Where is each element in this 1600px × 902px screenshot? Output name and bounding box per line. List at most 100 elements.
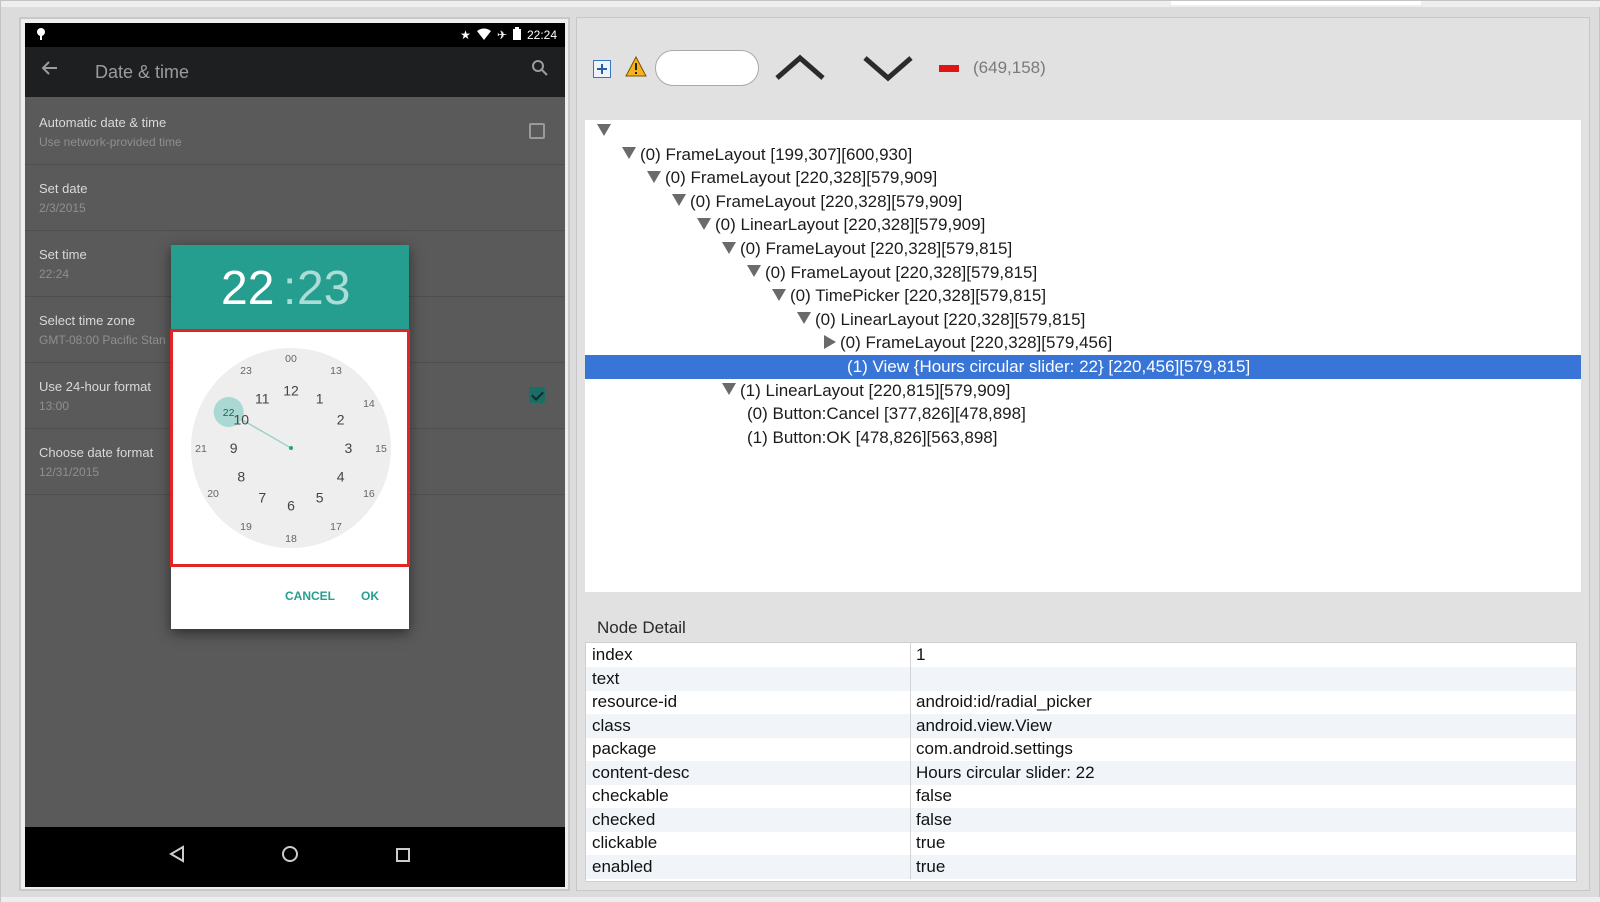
pref-title: Automatic date & time <box>39 115 167 130</box>
detail-row[interactable]: package com.android.settings <box>586 737 1576 761</box>
tree-node[interactable]: (0) FrameLayout [199,307][600,930] <box>585 143 1581 167</box>
pref-automatic-date-time[interactable]: Automatic date & time Use network-provid… <box>25 99 565 165</box>
tree-node[interactable]: (0) FrameLayout [220,328][579,909] <box>585 166 1581 190</box>
clock-hour-number[interactable]: 19 <box>240 521 252 533</box>
detail-row[interactable]: text <box>586 666 1576 691</box>
hierarchy-tree[interactable]: (0) FrameLayout [199,307][600,930] (0) Fr… <box>585 120 1581 592</box>
detail-row[interactable]: checkable false <box>586 784 1576 808</box>
clock-hour-number[interactable]: 2 <box>337 411 345 427</box>
clock-hour-number[interactable]: 8 <box>237 469 245 485</box>
expanded-triangle-icon[interactable] <box>622 147 636 160</box>
clock-hour-number[interactable]: 16 <box>363 488 375 500</box>
tree-node[interactable]: (0) LinearLayout [220,328][579,909] <box>585 213 1581 237</box>
24-hour-checkbox[interactable] <box>529 387 545 403</box>
automatic-date-checkbox[interactable] <box>529 123 545 139</box>
tree-node[interactable]: (0) FrameLayout [220,328][579,815] <box>585 237 1581 261</box>
collapsed-triangle-icon[interactable] <box>824 334 836 349</box>
column-divider <box>910 690 911 714</box>
expanded-triangle-icon[interactable] <box>647 170 661 183</box>
detail-row[interactable]: index 1 <box>586 643 1576 667</box>
clock-hour-number[interactable]: 11 <box>255 390 270 406</box>
uiautomator-window: ★ ✈ 22:24 Date & time Automatic date & t… <box>0 0 1600 902</box>
clock-hour-number[interactable]: 18 <box>285 533 297 545</box>
clock-hour-number[interactable]: 5 <box>316 490 324 506</box>
clock-hour-number[interactable]: 14 <box>363 398 375 410</box>
detail-key: enabled <box>592 856 653 876</box>
detail-value: android.view.View <box>916 715 1052 735</box>
expanded-triangle-icon[interactable] <box>722 383 736 396</box>
clock-hour-number[interactable]: 21 <box>195 443 207 455</box>
back-arrow-icon[interactable] <box>41 57 59 83</box>
hours-display[interactable]: 22 <box>221 261 274 316</box>
tree-node[interactable]: (0) TimePicker [220,328][579,815] <box>585 284 1581 308</box>
chevron-down-icon[interactable] <box>861 54 915 82</box>
detail-key: text <box>592 668 620 688</box>
minutes-display[interactable]: 23 <box>297 261 350 316</box>
clock-hour-number[interactable]: 12 <box>283 383 299 399</box>
clock-hour-number[interactable]: 23 <box>240 365 252 377</box>
tree-node-label: (0) FrameLayout [199,307][600,930] <box>640 144 913 164</box>
clock-hour-number[interactable]: 1 <box>316 390 324 406</box>
clock-hour-number[interactable]: 9 <box>230 440 238 456</box>
tree-node[interactable]: (1) Button:OK [478,826][563,898] <box>585 426 1581 450</box>
expanded-triangle-icon[interactable] <box>797 312 811 325</box>
detail-key: clickable <box>592 833 658 852</box>
clock-hour-number[interactable]: 15 <box>375 443 387 455</box>
nav-back-icon[interactable] <box>169 843 185 869</box>
detail-row[interactable]: class android.view.View <box>586 713 1576 738</box>
warning-icon[interactable] <box>625 55 647 78</box>
time-separator: : <box>283 262 297 315</box>
detail-value: false <box>916 786 952 805</box>
expanded-triangle-icon[interactable] <box>597 123 611 136</box>
tree-node[interactable]: (0) FrameLayout [220,328][579,456] <box>585 331 1581 355</box>
expanded-triangle-icon[interactable] <box>722 241 736 254</box>
pref-summary: Use network-provided time <box>39 135 182 149</box>
cancel-button[interactable]: CANCEL <box>285 589 335 603</box>
pref-set-date[interactable]: Set date 2/3/2015 <box>25 165 565 231</box>
expand-all-icon[interactable] <box>593 60 611 78</box>
detail-row[interactable]: resource-id android:id/radial_picker <box>586 690 1576 714</box>
tree-node-label: (0) FrameLayout [220,328][579,815] <box>765 262 1038 282</box>
nav-home-icon[interactable] <box>281 843 299 869</box>
tree-node[interactable]: (0) LinearLayout [220,328][579,815] <box>585 308 1581 332</box>
app-bar: Date & time <box>25 47 565 97</box>
clock-hour-number[interactable]: 4 <box>337 469 345 485</box>
tree-node[interactable]: (1) LinearLayout [220,815][579,909] <box>585 379 1581 403</box>
expanded-triangle-icon[interactable] <box>672 194 686 207</box>
chevron-up-icon[interactable] <box>773 54 827 82</box>
tree-node-label: (0) FrameLayout [220,328][579,909] <box>665 168 938 188</box>
clock-hour-number[interactable]: 13 <box>330 365 342 377</box>
nav-recents-icon[interactable] <box>395 843 411 869</box>
clock-hour-number[interactable]: 20 <box>207 488 219 500</box>
detail-row[interactable]: enabled true <box>586 854 1576 879</box>
tree-node[interactable] <box>585 119 1581 143</box>
detail-value: false <box>916 809 952 829</box>
ok-button[interactable]: OK <box>361 589 379 603</box>
clock-hour-number[interactable]: 22 <box>223 407 235 419</box>
device-screen[interactable]: ★ ✈ 22:24 Date & time Automatic date & t… <box>25 23 565 887</box>
expanded-triangle-icon[interactable] <box>747 265 761 278</box>
toggle-nafs-icon[interactable] <box>939 65 959 72</box>
detail-row[interactable]: checked false <box>586 807 1576 832</box>
search-icon[interactable] <box>531 59 551 79</box>
expanded-triangle-icon[interactable] <box>697 217 711 230</box>
clock-hour-number[interactable]: 10 <box>234 411 250 427</box>
clock-hour-number[interactable]: 00 <box>285 353 297 365</box>
tree-node[interactable]: (0) FrameLayout [220,328][579,909] <box>585 190 1581 214</box>
clock-hour-number[interactable]: 17 <box>330 521 342 533</box>
hours-circular-slider[interactable]: 12 1234567891011001314151617181920212223 <box>173 332 407 564</box>
clock-hour-number[interactable]: 6 <box>287 497 295 513</box>
pref-summary: GMT-08:00 Pacific Stan <box>39 333 166 347</box>
tree-node[interactable]: (1) View {Hours circular slider: 22} [22… <box>585 355 1581 379</box>
clock-hour-number[interactable]: 3 <box>345 440 353 456</box>
column-divider <box>910 666 911 691</box>
detail-row[interactable]: content-desc Hours circular slider: 22 <box>586 760 1576 785</box>
search-input[interactable] <box>655 50 759 86</box>
app-title: Date & time <box>95 62 190 82</box>
pref-summary: 13:00 <box>39 399 70 413</box>
tree-node[interactable]: (0) Button:Cancel [377,826][478,898] <box>585 402 1581 426</box>
expanded-triangle-icon[interactable] <box>772 288 786 301</box>
clock-hour-number[interactable]: 7 <box>258 490 266 506</box>
detail-row[interactable]: clickable true <box>586 831 1576 855</box>
tree-node[interactable]: (0) FrameLayout [220,328][579,815] <box>585 261 1581 285</box>
